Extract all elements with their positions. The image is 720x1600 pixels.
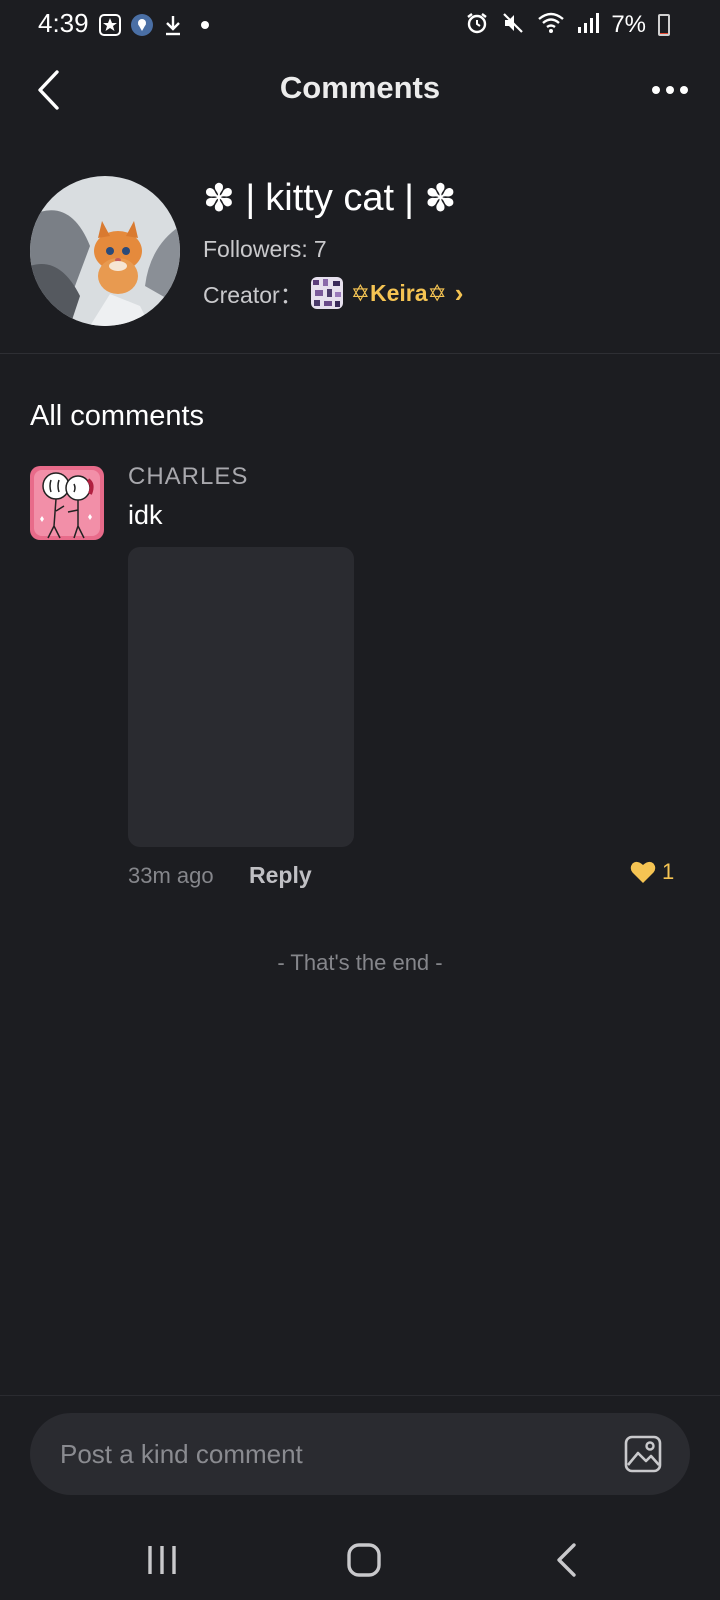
all-comments-heading: All comments <box>30 400 205 432</box>
comment-image[interactable] <box>128 547 354 847</box>
battery-level-fill <box>660 32 668 34</box>
system-nav-bar <box>0 1520 720 1600</box>
creator-label: Creator： <box>203 282 303 308</box>
creator-link[interactable]: Creator： ✡Keira✡ › <box>203 276 463 310</box>
comment-time: 33m ago <box>128 863 214 888</box>
followers-count: 7 <box>313 236 327 262</box>
app-header: Comments <box>0 52 720 128</box>
like-button[interactable]: 1 <box>630 857 674 887</box>
topic-avatar[interactable] <box>30 176 180 326</box>
image-icon <box>624 1435 662 1473</box>
attach-image-button[interactable] <box>622 1433 664 1475</box>
wifi-icon <box>537 11 565 40</box>
creator-avatar <box>310 277 343 309</box>
comment-text: idk <box>128 500 163 530</box>
status-bar: 4:39 7% <box>0 0 720 52</box>
chevron-right-icon: › <box>454 277 464 308</box>
home-icon <box>347 1543 381 1577</box>
nav-back-button[interactable] <box>536 1538 596 1582</box>
comment-user-avatar[interactable] <box>30 466 104 540</box>
comment-input-bar <box>30 1413 690 1495</box>
status-right-group: 7% <box>465 11 670 40</box>
more-horizontal-icon <box>652 86 660 94</box>
topic-title-prefix: ✽ | <box>203 178 256 220</box>
followers-info: Followers: 7 <box>203 236 327 263</box>
comment-username[interactable]: CHARLES <box>128 463 248 491</box>
download-icon <box>162 12 184 38</box>
followers-label: Followers: <box>203 236 308 262</box>
topic-title-text: kitty cat <box>265 177 395 219</box>
reply-button[interactable]: Reply <box>249 862 312 889</box>
more-options-button[interactable] <box>640 62 700 118</box>
battery-percent: 7% <box>611 11 646 38</box>
mute-icon <box>501 11 525 40</box>
signal-icon <box>577 11 600 40</box>
section-divider <box>0 353 720 354</box>
notification-dot-icon <box>200 12 210 38</box>
home-button[interactable] <box>334 1538 394 1582</box>
nav-back-icon <box>557 1543 576 1577</box>
alarm-icon <box>465 11 489 40</box>
star-app-icon <box>98 12 122 38</box>
page-title: Comments <box>279 70 441 105</box>
heart-icon <box>630 861 656 883</box>
location-icon <box>130 12 154 38</box>
like-count: 1 <box>662 859 675 884</box>
topic-title: ✽ | kitty cat | ✽ <box>203 176 456 221</box>
end-of-list-text: - That's the end - <box>277 950 443 975</box>
recent-apps-button[interactable] <box>132 1538 192 1582</box>
battery-icon <box>658 14 670 36</box>
input-divider <box>0 1395 720 1396</box>
topic-title-suffix: | ✽ <box>404 178 457 220</box>
status-time: 4:39 <box>38 8 89 38</box>
recent-apps-icon <box>148 1546 176 1574</box>
creator-name: ✡Keira✡ <box>350 279 447 306</box>
comment-input[interactable] <box>60 1413 620 1495</box>
